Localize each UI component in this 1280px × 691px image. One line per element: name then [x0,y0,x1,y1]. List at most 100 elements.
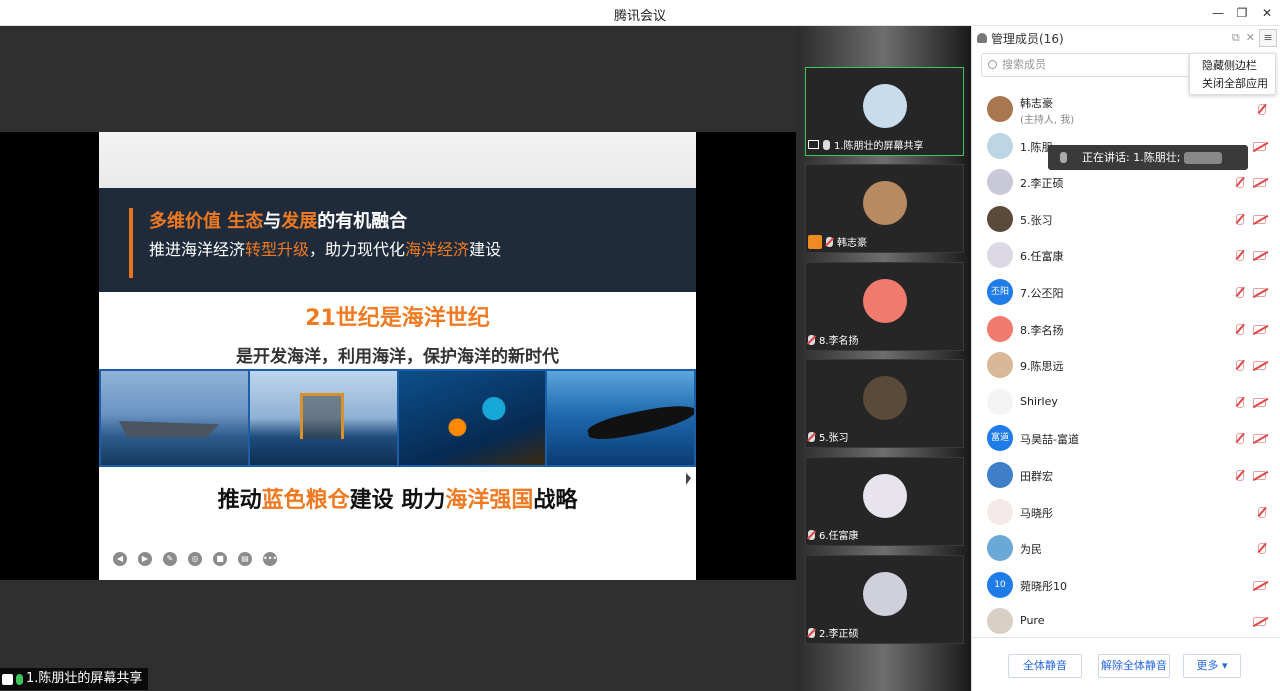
member-name: Shirley [1020,394,1058,408]
next-slide-icon[interactable]: ▶ [138,552,152,566]
menu-item-hide-sidebar[interactable]: 隐藏侧边栏 [1202,57,1275,75]
video-tile[interactable]: 5.张习 [805,359,964,448]
share-owner-label: 1.陈朋壮的屏幕共享 [0,668,149,690]
tile-name: 5.张习 [819,433,849,444]
avatar [863,181,907,225]
tile-name: 6.任富康 [819,531,859,542]
tile-name: 韩志豪 [837,238,867,249]
member-row[interactable]: 富道 马昊喆-富道 [972,421,1280,457]
camera-off-icon[interactable] [1253,214,1266,224]
mic-muted-icon[interactable] [1236,360,1244,372]
member-row[interactable]: Shirley [972,385,1280,421]
mic-muted-icon[interactable] [1236,213,1244,225]
camera-off-icon[interactable] [1253,324,1266,334]
member-row[interactable]: 马晓彤 [972,495,1280,531]
mic-muted-icon[interactable] [1236,433,1244,445]
camera-off-icon[interactable] [1253,251,1266,261]
camera-off-icon[interactable] [1253,288,1266,297]
video-icon[interactable]: ■ [213,552,227,566]
member-row[interactable]: 9.陈思远 [972,348,1280,384]
member-name: 6.任富康 [1020,250,1064,264]
slide-subtitle: 是开发海洋，利用海洋，保护海洋的新时代 [236,347,559,367]
unmute-all-button[interactable]: 解除全体静音 [1098,654,1170,678]
mic-muted-icon[interactable] [1258,104,1266,115]
restore-button[interactable]: ❐ [1230,2,1254,24]
member-avatar [987,462,1013,488]
member-row[interactable]: 田群宏 [972,458,1280,494]
window-title: 腾讯会议 [613,9,666,24]
member-search-input[interactable]: 搜索成员 [981,53,1201,77]
video-tile[interactable]: 1.陈朋壮的屏幕共享 [805,67,964,156]
prev-slide-icon[interactable]: ◀ [113,552,127,566]
camera-off-icon[interactable] [1253,397,1266,407]
member-avatar [987,498,1013,525]
title-bar: 腾讯会议 — ❐ ✕ [0,0,1280,26]
presentation-slide: 多维价值 生态与发展的有机融合 推进海洋经济转型升级，助力现代化海洋经济建设 2… [99,132,696,580]
member-avatar [987,242,1013,269]
camera-off-icon[interactable] [1253,471,1266,480]
panel-menu-popup: 隐藏侧边栏 关闭全部应用 [1189,53,1276,95]
menu-item-close-all-apps[interactable]: 关闭全部应用 [1202,75,1275,93]
member-row[interactable]: 韩志豪 (主持人, 我) [972,92,1280,128]
slide-heading: 多维价值 生态与发展的有机融合 [149,211,408,232]
member-avatar: 10 [987,571,1013,598]
camera-off-icon[interactable] [1253,580,1266,590]
avatar [863,84,907,128]
mic-muted-icon[interactable] [1236,250,1244,262]
close-button[interactable]: ✕ [1255,2,1279,24]
more-button[interactable]: 更多 ▾ [1183,654,1241,678]
member-avatar [987,535,1013,562]
mic-muted-icon [826,236,833,247]
member-row[interactable]: 2.李正硕 [972,165,1280,201]
host-badge-icon [808,234,822,249]
screen-share-icon [808,140,819,149]
video-tile[interactable]: 2.李正硕 [805,555,964,644]
slide-photo-row [99,369,696,467]
member-row[interactable]: 为民 [972,531,1280,567]
member-name: 马昊喆-富道 [1020,433,1079,447]
more-icon[interactable]: ••• [263,552,277,566]
camera-off-icon[interactable] [1253,617,1266,627]
slide-subheading: 推进海洋经济转型升级，助力现代化海洋经济建设 [149,240,502,259]
subtitle-icon[interactable]: ▤ [238,552,252,566]
member-row[interactable]: 6.任富康 [972,238,1280,274]
panel-menu-icon[interactable]: ≡ [1259,29,1277,47]
member-row[interactable]: 8.李名扬 [972,312,1280,348]
camera-off-icon[interactable] [1253,434,1266,444]
mic-muted-icon[interactable] [1236,287,1244,298]
screen-share-icon [2,673,13,685]
panel-header: 管理成员(16) ⧉ ✕ ≡ [972,26,1280,50]
mic-muted-icon[interactable] [1258,543,1266,555]
video-tile[interactable]: 8.李名扬 [805,262,964,351]
member-row[interactable]: 5.张习 [972,202,1280,238]
mic-muted-icon [808,529,815,540]
pen-icon[interactable]: ✎ [163,552,177,566]
zoom-icon[interactable]: ◎ [188,552,202,566]
panel-tools: ⧉ ✕ [1232,31,1255,45]
panel-close-icon[interactable]: ✕ [1246,31,1255,45]
camera-off-icon[interactable] [1253,178,1266,188]
member-name: 7.公丕阳 [1020,287,1064,300]
camera-off-icon[interactable] [1253,361,1266,371]
video-tile[interactable]: 韩志豪 [805,164,964,253]
screen-share-area[interactable]: 多维价值 生态与发展的有机融合 推进海洋经济转型升级，助力现代化海洋经济建设 2… [0,26,796,691]
mic-muted-icon[interactable] [1236,323,1244,335]
mic-muted-icon[interactable] [1236,470,1244,481]
member-row[interactable]: 10 菀晓彤10 [972,568,1280,604]
minimize-button[interactable]: — [1206,2,1230,24]
camera-off-icon[interactable] [1253,141,1266,151]
video-tile[interactable]: 6.任富康 [805,457,964,546]
mic-muted-icon[interactable] [1258,506,1266,518]
member-name: 韩志豪 [1020,97,1053,110]
mute-all-button[interactable]: 全体静音 [1008,654,1082,678]
popout-icon[interactable]: ⧉ [1232,31,1240,45]
members-icon [977,33,987,43]
member-avatar [987,315,1013,342]
member-row[interactable]: Pure [972,604,1280,640]
mic-muted-icon[interactable] [1236,396,1244,408]
member-name: 马晓彤 [1020,506,1053,520]
mic-muted-icon[interactable] [1236,177,1244,189]
tile-label: 1.陈朋壮的屏幕共享 [808,137,924,152]
avatar [863,279,907,323]
member-row[interactable]: 丕阳 7.公丕阳 [972,275,1280,311]
